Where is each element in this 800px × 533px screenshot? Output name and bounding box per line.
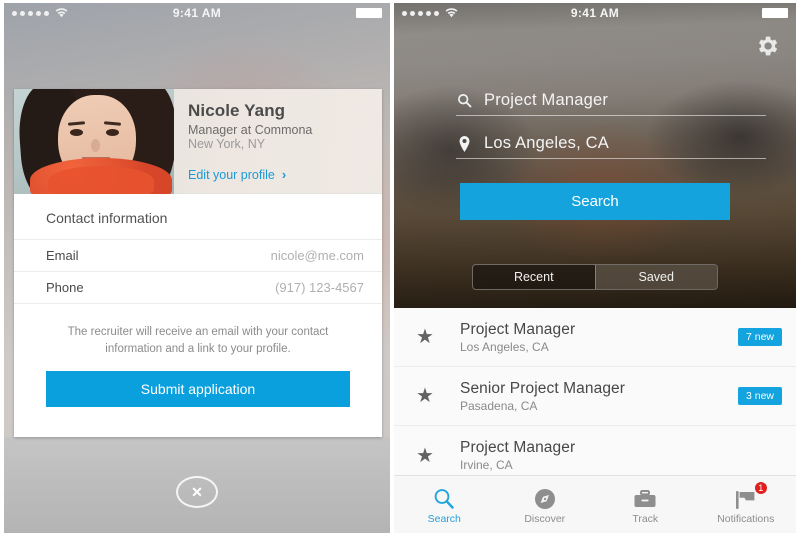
submit-application-button[interactable]: Submit application — [46, 371, 350, 408]
search-location-field[interactable]: Los Angeles, CA — [456, 134, 766, 159]
search-button[interactable]: Search — [460, 183, 730, 220]
star-icon[interactable]: ★ — [412, 327, 438, 347]
status-badge: 3 new — [737, 387, 782, 405]
tab-search[interactable]: Search — [394, 476, 495, 533]
tab-label: Discover — [524, 512, 566, 525]
notification-badge: 1 — [753, 480, 768, 495]
status-bar-left: 9:41 AM — [4, 3, 390, 23]
gear-icon[interactable] — [754, 33, 780, 59]
tab-notifications[interactable]: 1 Notifications — [696, 476, 797, 533]
tab-track[interactable]: Track — [595, 476, 696, 533]
contact-label: Email — [46, 248, 79, 263]
status-badge: 7 new — [737, 328, 782, 346]
list-item-text: Senior Project Manager Pasadena, CA — [460, 380, 625, 413]
list-item[interactable]: ★ Project Manager Los Angeles, CA 7 new — [394, 308, 796, 367]
list-item-title: Project Manager — [460, 320, 576, 338]
segment-recent[interactable]: Recent — [473, 265, 595, 289]
contact-row-email[interactable]: Email nicole@me.com — [14, 240, 382, 272]
search-icon — [456, 93, 472, 109]
disclaimer-text: The recruiter will receive an email with… — [67, 326, 329, 355]
status-time-left: 9:41 AM — [172, 6, 222, 20]
edit-profile-link[interactable]: Edit your profile › — [188, 167, 286, 182]
search-location-value: Los Angeles, CA — [484, 134, 609, 152]
briefcase-icon — [632, 485, 658, 511]
tab-bar: Search Discover Track 1 Notifications — [394, 475, 796, 533]
contact-value: (917) 123-4567 — [275, 280, 364, 295]
list-item[interactable]: ★ Senior Project Manager Pasadena, CA 3 … — [394, 367, 796, 426]
tab-label: Search — [427, 512, 461, 525]
compass-icon — [533, 485, 557, 511]
status-time-right: 9:41 AM — [570, 6, 620, 20]
segmented-control: Recent Saved — [472, 264, 718, 290]
profile-name: Nicole Yang — [188, 101, 286, 120]
profile-location: New York, NY — [188, 137, 266, 151]
phone-screen-profile: 9:41 AM Nicole Yang Manager at Commona N… — [0, 0, 390, 533]
profile-details: Nicole Yang Manager at Commona New York,… — [174, 89, 382, 193]
saved-search-list: ★ Project Manager Los Angeles, CA 7 new … — [394, 308, 796, 475]
contact-label: Phone — [46, 280, 84, 295]
contact-heading: Contact information — [14, 194, 382, 240]
map-pin-icon — [456, 135, 472, 152]
edit-profile-label: Edit your profile — [188, 167, 275, 182]
list-item-location: Irvine, CA — [460, 458, 513, 472]
close-button[interactable]: ✕ — [176, 476, 218, 508]
chevron-right-icon: › — [281, 167, 287, 182]
contact-value: nicole@me.com — [270, 248, 364, 263]
list-item-text: Project Manager Irvine, CA — [460, 439, 575, 472]
status-bar-right: 9:41 AM — [394, 3, 796, 23]
list-item-location: Los Angeles, CA — [460, 339, 549, 354]
list-item-title: Senior Project Manager — [460, 379, 626, 397]
tab-discover[interactable]: Discover — [495, 476, 596, 533]
magnifier-icon — [432, 485, 456, 511]
segment-saved[interactable]: Saved — [594, 265, 717, 289]
search-keyword-field[interactable]: Project Manager — [456, 91, 766, 116]
star-icon[interactable]: ★ — [412, 386, 438, 406]
close-icon: ✕ — [191, 484, 203, 500]
avatar — [14, 89, 174, 194]
star-icon[interactable]: ★ — [412, 446, 438, 466]
phone-screen-search: 9:41 AM Project Manager Los Angeles, CA … — [394, 0, 800, 533]
tab-label: Track — [632, 512, 659, 525]
search-keyword-value: Project Manager — [484, 91, 609, 109]
list-item-text: Project Manager Los Angeles, CA — [460, 321, 575, 354]
tab-label: Notifications — [717, 512, 775, 525]
profile-header: Nicole Yang Manager at Commona New York,… — [14, 89, 382, 194]
contact-row-phone[interactable]: Phone (917) 123-4567 — [14, 272, 382, 304]
screenshot-stage: 9:41 AM Nicole Yang Manager at Commona N… — [0, 0, 800, 533]
flag-icon: 1 — [733, 480, 768, 511]
profile-title: Manager at Commona — [188, 123, 313, 137]
application-card: Nicole Yang Manager at Commona New York,… — [14, 89, 382, 437]
list-item-location: Pasadena, CA — [460, 398, 538, 413]
list-item-title: Project Manager — [460, 439, 576, 456]
